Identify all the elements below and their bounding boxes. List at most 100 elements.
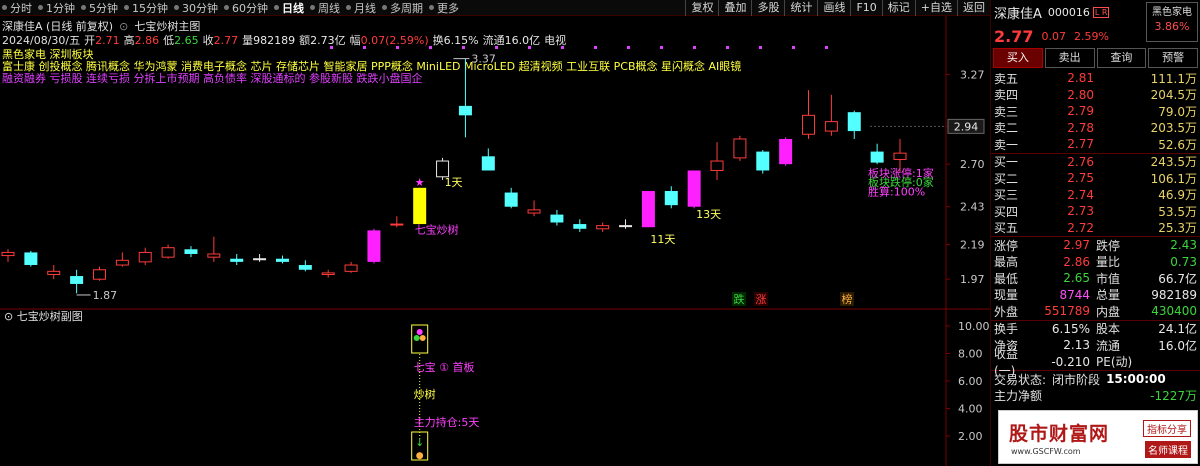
candle-body[interactable] (1, 251, 15, 257)
candle-body[interactable] (207, 253, 221, 258)
ask-row-4[interactable]: 卖一 2.77 52.6万 (991, 136, 1200, 153)
timeframe-6[interactable]: 日线 (272, 0, 308, 16)
bid-volume: 53.5万 (1158, 204, 1197, 219)
stat-value: 8744 (1059, 287, 1090, 302)
candle-body[interactable] (550, 214, 564, 223)
timeframe-7[interactable]: 周线 (308, 0, 344, 16)
candle-body[interactable] (344, 264, 358, 272)
stat-value: 2.86 (1063, 254, 1090, 269)
star-icon: ★ (415, 176, 425, 189)
trade-button-3[interactable]: 预警 (1148, 48, 1198, 68)
candle-body[interactable] (779, 138, 793, 165)
bid-row-2[interactable]: 买三 2.74 46.9万 (991, 187, 1200, 204)
candle-body[interactable] (161, 247, 175, 258)
candle-body[interactable] (321, 272, 335, 275)
timeframe-0[interactable]: 分时 (0, 0, 36, 16)
sector-pct: 3.86% (1154, 20, 1190, 33)
candle-body[interactable] (824, 121, 838, 132)
radio-dot-icon (224, 5, 229, 10)
candle-body[interactable] (802, 114, 816, 135)
candlestick-chart[interactable]: 3.27 2.70 2.43 2.19 1.97 2.94 3.37 1.87 ★ 七宝炒树 1天 1… (0, 16, 990, 466)
ask-price: 2.80 (1067, 87, 1094, 102)
timeframe-label: 日线 (282, 1, 304, 15)
trade-button-1[interactable]: 卖出 (1044, 48, 1095, 68)
toolbar-button-6[interactable]: 标记 (881, 0, 915, 16)
main-flow-label: 主力净额 (994, 388, 1043, 403)
candle-body[interactable] (710, 160, 724, 171)
candle-body[interactable] (641, 190, 655, 228)
candle-body[interactable] (275, 258, 289, 262)
stat-row-2: 最低 2.65 市值 66.7亿 (991, 270, 1200, 287)
toolbar-button-0[interactable]: 复权 (685, 0, 718, 16)
bid-row-0[interactable]: 买一 2.76 243.5万 (991, 154, 1200, 171)
toolbar-button-2[interactable]: 多股 (751, 0, 784, 16)
candle-body[interactable] (573, 224, 587, 229)
timeframe-10[interactable]: 更多 (427, 0, 463, 16)
candle-body[interactable] (458, 105, 472, 116)
timeframe-2[interactable]: 5分钟 (79, 0, 122, 16)
candle-body[interactable] (847, 112, 861, 132)
bid-price: 2.76 (1067, 154, 1094, 169)
toolbar-button-7[interactable]: +自选 (914, 0, 957, 16)
candle-body[interactable] (619, 225, 633, 228)
bid-volume: 243.5万 (1150, 155, 1197, 170)
candle-body[interactable] (115, 259, 129, 266)
candle-body[interactable] (756, 151, 770, 171)
toolbar-button-5[interactable]: F10 (850, 0, 881, 16)
toolbar-button-1[interactable]: 叠加 (718, 0, 751, 16)
timeframe-1[interactable]: 1分钟 (36, 0, 79, 16)
tag-die: 跌 (734, 292, 745, 306)
sub-ball-icon (419, 335, 426, 341)
candle-body[interactable] (92, 269, 106, 280)
candle-body[interactable] (390, 223, 404, 226)
radio-dot-icon (38, 5, 43, 10)
candle-body[interactable] (481, 156, 495, 171)
ask-row-2[interactable]: 卖三 2.79 79.0万 (991, 103, 1200, 120)
toolbar-button-8[interactable]: 返回 (957, 0, 990, 16)
candle-body[interactable] (436, 160, 450, 178)
toolbar-button-3[interactable]: 统计 (784, 0, 817, 16)
candle-body[interactable] (298, 265, 312, 270)
candle-body[interactable] (664, 190, 678, 206)
price-change: 0.07 (1041, 29, 1066, 43)
stat2-value2: 24.1亿 (1158, 322, 1197, 337)
stats2-table: 换手 6.15% 股本 24.1亿 净资 2.13 流通 16.0亿 收益(一) -0.210 PE… (991, 321, 1200, 378)
timeframe-label: 多周期 (390, 1, 423, 15)
candle-body[interactable] (687, 170, 701, 207)
candle-body[interactable] (184, 249, 198, 254)
timeframe-8[interactable]: 月线 (344, 0, 380, 16)
ask-label: 卖一 (994, 137, 1019, 152)
timeframe-3[interactable]: 15分钟 (122, 0, 172, 16)
ask-row-0[interactable]: 卖五 2.81 111.1万 (991, 70, 1200, 87)
toolbar-button-4[interactable]: 画线 (817, 0, 850, 16)
candle-body[interactable] (413, 187, 427, 225)
timeframe-5[interactable]: 60分钟 (222, 0, 272, 16)
candle-body[interactable] (24, 252, 38, 266)
candle-body[interactable] (230, 258, 244, 262)
candle-body[interactable] (367, 230, 381, 262)
ask-row-3[interactable]: 卖二 2.78 203.5万 (991, 120, 1200, 137)
candle-body[interactable] (504, 192, 518, 207)
trade-button-0[interactable]: 买入 (993, 48, 1043, 68)
timeframe-9[interactable]: 多周期 (380, 0, 427, 16)
candle-body[interactable] (70, 276, 84, 284)
bid-row-4[interactable]: 买五 2.72 25.3万 (991, 220, 1200, 237)
timeframe-4[interactable]: 30分钟 (172, 0, 222, 16)
candle-body[interactable] (253, 258, 267, 261)
stat2-value: 6.15% (1051, 321, 1090, 336)
status-value: 闭市阶段 (1052, 372, 1101, 387)
bid-row-1[interactable]: 买二 2.75 106.1万 (991, 170, 1200, 187)
candle-body[interactable] (47, 270, 61, 275)
chart-area[interactable]: 深康佳A (日线 前复权) ⊙ 七宝炒树主图 2024/08/30/五 开2.71… (0, 16, 990, 466)
stat-key2: 总量 (1096, 288, 1121, 303)
bid-row-3[interactable]: 买四 2.73 53.5万 (991, 203, 1200, 220)
candle-body[interactable] (893, 152, 907, 160)
sector-badge[interactable]: 黑色家电 3.86% (1146, 2, 1198, 42)
trade-button-2[interactable]: 查询 (1096, 48, 1147, 68)
ask-row-1[interactable]: 卖四 2.80 204.5万 (991, 87, 1200, 104)
candle-body[interactable] (733, 138, 747, 159)
candle-body[interactable] (138, 251, 152, 263)
candle-body[interactable] (596, 225, 610, 230)
candle-body[interactable] (527, 209, 541, 214)
candle-body[interactable] (870, 151, 884, 163)
